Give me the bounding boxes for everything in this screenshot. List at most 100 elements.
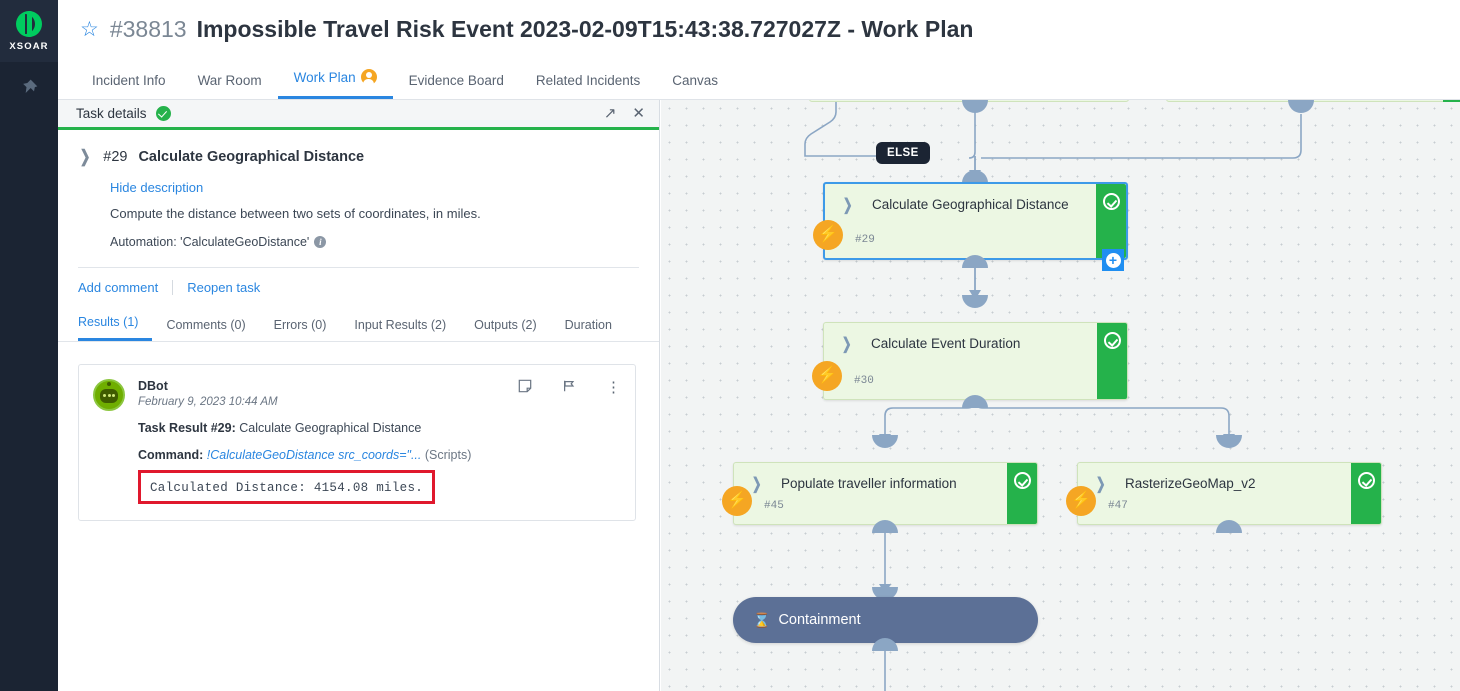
result-author: DBot bbox=[138, 379, 168, 393]
task-title-row: ❯ #29 Calculate Geographical Distance bbox=[78, 148, 639, 165]
node-label: Calculate Event Duration bbox=[871, 336, 1021, 351]
result-subtabs: Results (1) Comments (0) Errors (0) Inpu… bbox=[58, 306, 659, 342]
xsoar-logo[interactable]: XSOAR bbox=[0, 0, 58, 62]
subtab-label: Duration bbox=[564, 318, 612, 332]
result-body: DBot February 9, 2023 10:44 AM ⋮ Task Re… bbox=[138, 379, 621, 504]
tab-related-incidents[interactable]: Related Incidents bbox=[520, 73, 656, 99]
hide-description-link[interactable]: Hide description bbox=[110, 180, 639, 195]
info-icon[interactable]: i bbox=[314, 236, 327, 248]
task-number: #29 bbox=[103, 148, 128, 165]
node-status-bar bbox=[1096, 184, 1126, 258]
command-link[interactable]: !CalculateGeoDistance src_coords="... bbox=[207, 448, 422, 462]
tab-label: Incident Info bbox=[92, 73, 166, 88]
result-output-text: Calculated Distance: 4154.08 miles. bbox=[150, 481, 424, 495]
task-details-header: Task details ↗ ✕ bbox=[58, 100, 659, 130]
add-task-button[interactable]: + bbox=[1102, 249, 1124, 271]
subtab-comments[interactable]: Comments (0) bbox=[152, 318, 259, 341]
favorite-star-icon[interactable]: ☆ bbox=[80, 19, 99, 40]
result-header: DBot February 9, 2023 10:44 AM ⋮ bbox=[138, 379, 621, 408]
node-chevron-icon: ❯ bbox=[841, 336, 852, 353]
node-chevron-icon: ❯ bbox=[751, 476, 762, 493]
else-condition-chip: ELSE bbox=[876, 142, 930, 164]
page-title: Impossible Travel Risk Event 2023-02-09T… bbox=[196, 15, 974, 42]
more-vertical-icon[interactable]: ⋮ bbox=[606, 380, 621, 395]
subtab-label: Errors (0) bbox=[273, 318, 327, 332]
node-check-icon bbox=[1013, 472, 1031, 489]
node-chevron-icon: ❯ bbox=[1095, 476, 1106, 493]
task-automation-row: Automation: 'CalculateGeoDistance' i bbox=[110, 235, 639, 249]
tab-label: War Room bbox=[197, 73, 262, 88]
hourglass-icon: ⌛ bbox=[753, 612, 771, 628]
result-timestamp: February 9, 2023 10:44 AM bbox=[138, 396, 278, 408]
result-card: DBot February 9, 2023 10:44 AM ⋮ Task Re… bbox=[78, 364, 636, 521]
node-rasterizegeomap-v2[interactable]: ❯ RasterizeGeoMap_v2 ⚡ #47 bbox=[1066, 462, 1382, 525]
node-status-bar bbox=[1351, 463, 1381, 524]
expand-icon[interactable]: ↗ bbox=[604, 106, 617, 121]
task-result-line: Task Result #29: Calculate Geographical … bbox=[138, 421, 621, 435]
subtab-errors[interactable]: Errors (0) bbox=[260, 318, 341, 341]
node-label: RasterizeGeoMap_v2 bbox=[1125, 476, 1256, 491]
task-details-panel: Task details ↗ ✕ ❯ #29 Calculate Geograp… bbox=[58, 100, 660, 691]
tab-label: Evidence Board bbox=[408, 73, 504, 88]
automation-bolt-icon: ⚡ bbox=[813, 220, 843, 250]
reopen-task-link[interactable]: Reopen task bbox=[187, 280, 260, 295]
dbot-avatar bbox=[93, 379, 125, 411]
node-id: #29 bbox=[855, 234, 875, 246]
command-label: Command: bbox=[138, 448, 204, 462]
node-id: #30 bbox=[854, 375, 874, 387]
task-description: Compute the distance between two sets of… bbox=[110, 206, 481, 221]
node-status-bar bbox=[1097, 323, 1127, 399]
tab-canvas[interactable]: Canvas bbox=[656, 73, 734, 99]
task-result-id: #29: bbox=[210, 421, 236, 435]
subtab-label: Outputs (2) bbox=[474, 318, 537, 332]
node-label: Populate traveller information bbox=[781, 476, 957, 491]
command-line: Command: !CalculateGeoDistance src_coord… bbox=[138, 448, 621, 462]
tab-work-plan[interactable]: Work Plan bbox=[277, 69, 393, 99]
node-check-icon bbox=[1102, 193, 1120, 210]
flag-icon[interactable] bbox=[562, 379, 576, 396]
tab-war-room[interactable]: War Room bbox=[182, 73, 278, 99]
note-icon[interactable] bbox=[518, 379, 532, 396]
task-status-check-icon bbox=[155, 106, 171, 121]
node-id: #45 bbox=[764, 500, 784, 512]
close-icon[interactable]: ✕ bbox=[632, 106, 645, 121]
result-actions: ⋮ bbox=[502, 379, 621, 396]
pin-icon[interactable] bbox=[0, 62, 58, 114]
task-name: Calculate Geographical Distance bbox=[138, 148, 365, 165]
result-highlight-box: Calculated Distance: 4154.08 miles. bbox=[138, 470, 436, 504]
app-root: XSOAR ☆ #38813 Impossible Travel Risk Ev… bbox=[0, 0, 1460, 691]
left-rail: XSOAR bbox=[0, 0, 58, 691]
xsoar-logo-icon bbox=[16, 10, 42, 37]
task-expand-chevron-icon[interactable]: ❯ bbox=[80, 148, 91, 165]
tab-label: Work Plan bbox=[293, 69, 356, 85]
node-calculate-geographical-distance[interactable]: ❯ Calculate Geographical Distance ⚡ #29 bbox=[813, 182, 1128, 260]
automation-bolt-icon: ⚡ bbox=[812, 361, 842, 391]
subtab-label: Results (1) bbox=[78, 315, 139, 329]
subtab-input-results[interactable]: Input Results (2) bbox=[340, 318, 460, 341]
subtab-outputs[interactable]: Outputs (2) bbox=[460, 318, 551, 341]
workplan-canvas[interactable]: ELSE ❯ Calculate Geographical Distance ⚡… bbox=[661, 100, 1460, 691]
node-partial-top-right-status bbox=[1443, 100, 1460, 102]
command-source: (Scripts) bbox=[424, 448, 472, 462]
node-chevron-icon: ❯ bbox=[842, 197, 853, 214]
section-label: Containment bbox=[778, 612, 861, 628]
node-calculate-event-duration[interactable]: ❯ Calculate Event Duration ⚡ #30 bbox=[812, 322, 1128, 400]
subtab-results[interactable]: Results (1) bbox=[78, 315, 153, 341]
user-avatar-icon bbox=[360, 69, 377, 86]
task-action-row: Add comment Reopen task bbox=[58, 268, 659, 306]
tab-evidence-board[interactable]: Evidence Board bbox=[393, 73, 520, 99]
section-containment[interactable]: ⌛ Containment bbox=[733, 597, 1038, 643]
page-header: ☆ #38813 Impossible Travel Risk Event 20… bbox=[58, 0, 1460, 58]
subtab-label: Comments (0) bbox=[166, 318, 246, 332]
tab-label: Canvas bbox=[672, 73, 719, 88]
task-summary: ❯ #29 Calculate Geographical Distance Hi… bbox=[58, 130, 659, 268]
task-result-label: Task Result bbox=[138, 421, 208, 435]
subtab-duration[interactable]: Duration bbox=[551, 318, 626, 341]
node-label: Calculate Geographical Distance bbox=[872, 197, 1069, 212]
incident-id: #38813 bbox=[109, 15, 187, 42]
task-result-name: Calculate Geographical Distance bbox=[239, 421, 422, 435]
node-populate-traveller-information[interactable]: ❯ Populate traveller information ⚡ #45 bbox=[722, 462, 1038, 525]
add-comment-link[interactable]: Add comment bbox=[78, 280, 158, 295]
tab-incident-info[interactable]: Incident Info bbox=[76, 73, 182, 99]
action-separator bbox=[172, 279, 174, 295]
